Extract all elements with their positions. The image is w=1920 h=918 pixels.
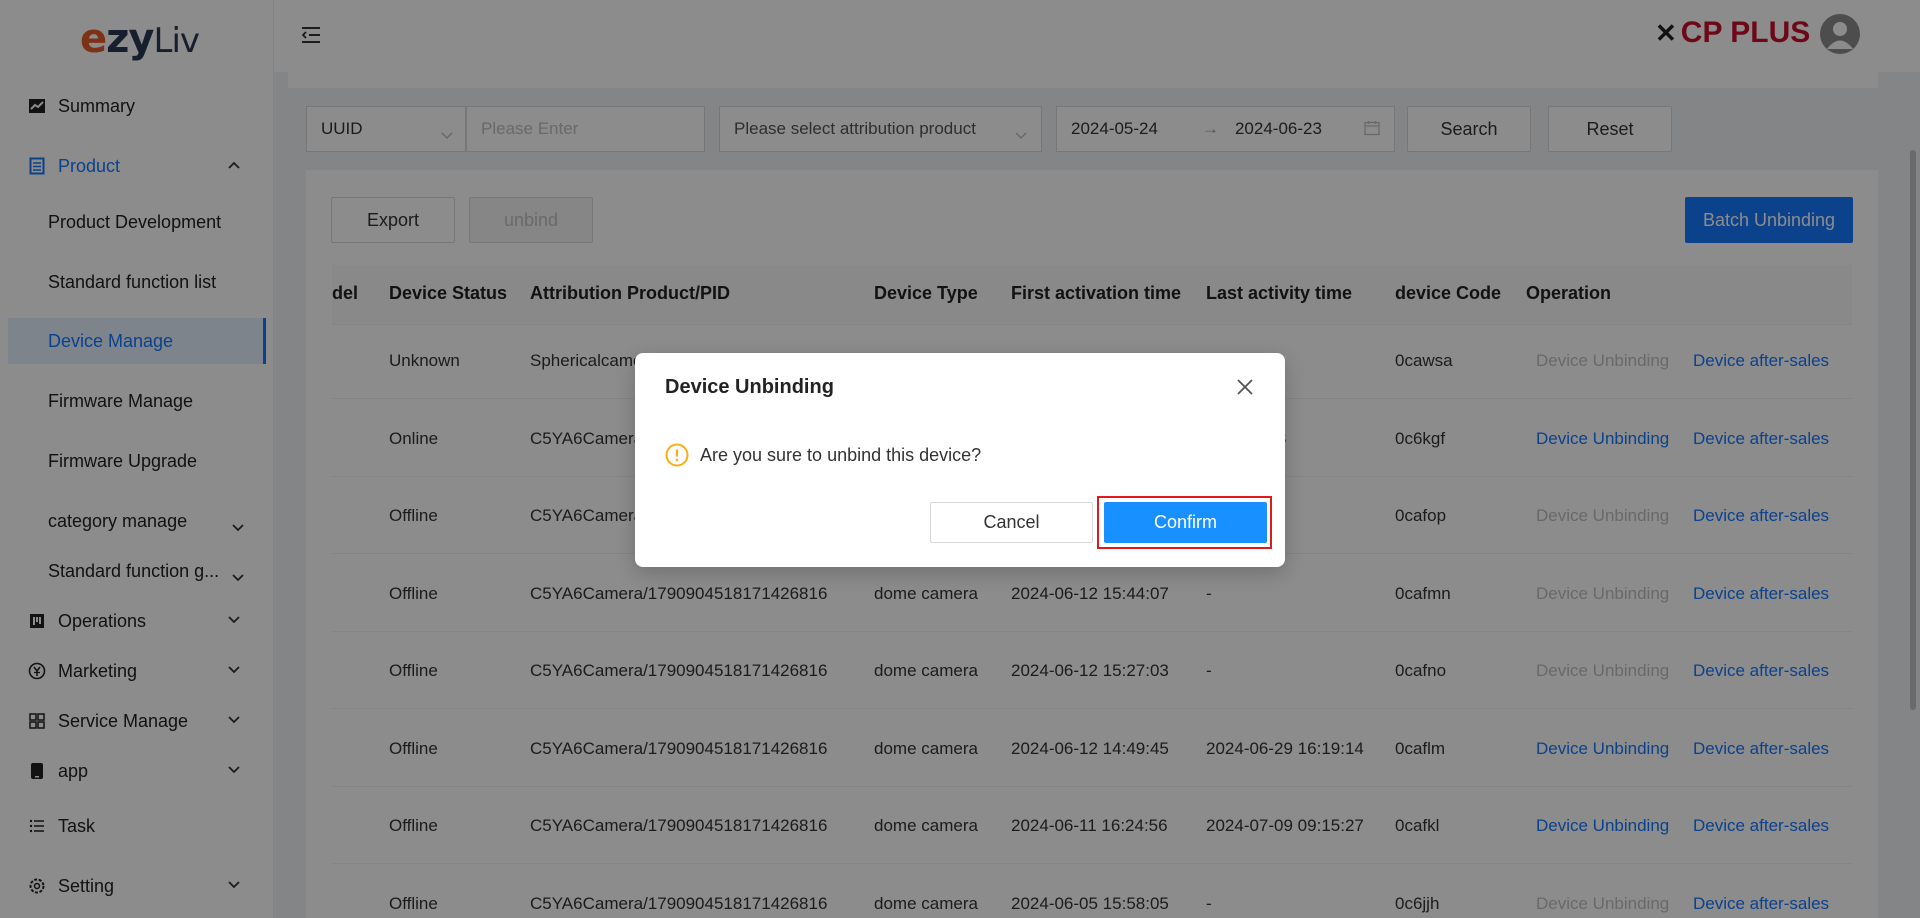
close-icon[interactable] [1235,377,1257,399]
cancel-button[interactable]: Cancel [930,502,1093,543]
confirm-button[interactable]: Confirm [1104,502,1267,543]
warning-icon [665,443,689,467]
dialog-message: Are you sure to unbind this device? [700,445,982,465]
device-unbinding-dialog: Device Unbinding Are you sure to unbind … [635,353,1285,567]
dialog-title: Device Unbinding [665,376,834,398]
